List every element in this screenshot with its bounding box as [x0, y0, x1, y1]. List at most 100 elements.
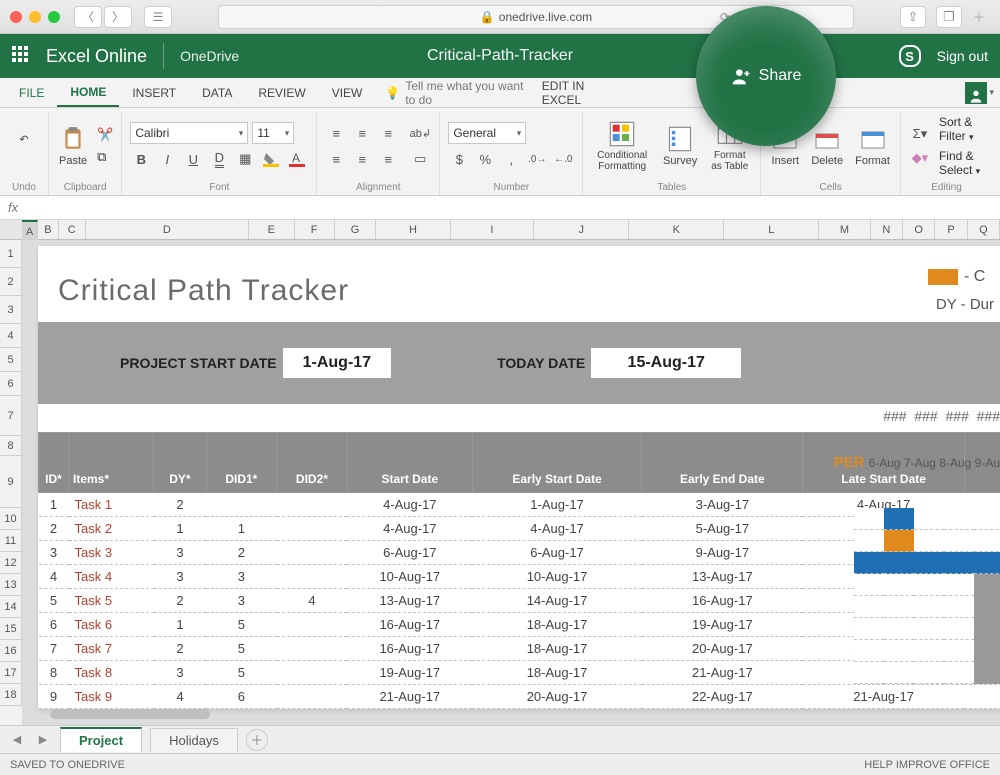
row-header[interactable]: 2: [0, 268, 22, 296]
decrease-decimal-icon[interactable]: ←.0: [552, 148, 574, 170]
sidebar-toggle-icon[interactable]: ☰: [144, 6, 172, 28]
row-header[interactable]: 4: [0, 324, 22, 348]
app-launcher-icon[interactable]: [12, 46, 32, 66]
skype-icon[interactable]: S: [899, 45, 921, 67]
row-header[interactable]: 9: [0, 456, 22, 508]
row-header[interactable]: 8: [0, 436, 22, 456]
increase-decimal-icon[interactable]: .0→: [526, 148, 548, 170]
tab-data[interactable]: DATA: [189, 78, 245, 107]
close-window-icon[interactable]: [10, 11, 22, 23]
tab-file[interactable]: FILE: [6, 78, 57, 107]
sheet-tab-project[interactable]: Project: [60, 727, 142, 752]
today-date-value[interactable]: 15-Aug-17: [591, 348, 741, 378]
paste-button[interactable]: Paste: [57, 125, 89, 167]
align-bottom-icon[interactable]: ≡: [377, 122, 399, 144]
row-header[interactable]: 15: [0, 618, 22, 640]
column-header-B[interactable]: B: [38, 220, 59, 239]
horizontal-scrollbar[interactable]: [50, 709, 210, 719]
row-header[interactable]: 13: [0, 574, 22, 596]
profile-menu[interactable]: ▾: [965, 82, 994, 104]
column-header-J[interactable]: J: [534, 220, 629, 239]
column-header-K[interactable]: K: [629, 220, 724, 239]
table-header[interactable]: DY*: [154, 433, 206, 493]
number-format-select[interactable]: General▾: [448, 122, 526, 144]
format-cells-button[interactable]: Format: [853, 125, 892, 167]
column-header-F[interactable]: F: [295, 220, 335, 239]
column-header-C[interactable]: C: [59, 220, 86, 239]
new-tab-icon[interactable]: ＋: [968, 6, 990, 28]
formula-bar[interactable]: fx: [0, 196, 1000, 220]
share-button[interactable]: Share: [696, 6, 836, 146]
clear-icon[interactable]: ◆▾: [909, 147, 931, 169]
wrap-text-icon[interactable]: ab↲: [409, 122, 431, 144]
table-header[interactable]: Early End Date: [642, 433, 803, 493]
comma-icon[interactable]: ,: [500, 148, 522, 170]
font-color-button[interactable]: A: [286, 148, 308, 170]
signout-link[interactable]: Sign out: [937, 48, 988, 64]
column-header-D[interactable]: D: [86, 220, 249, 239]
tab-view[interactable]: VIEW: [319, 78, 376, 107]
row-headers[interactable]: 123456789101112131415161718: [0, 240, 22, 725]
sort-filter-button[interactable]: Sort & Filter ▾: [939, 115, 984, 143]
underline-button[interactable]: U: [182, 148, 204, 170]
back-button[interactable]: 〈: [74, 6, 102, 28]
tab-insert[interactable]: INSERT: [119, 78, 189, 107]
column-header-N[interactable]: N: [871, 220, 903, 239]
tell-me-search[interactable]: 💡 Tell me what you want to do: [385, 79, 528, 107]
table-header[interactable]: DID1*: [206, 433, 277, 493]
column-header-L[interactable]: L: [724, 220, 819, 239]
tab-home[interactable]: HOME: [57, 78, 119, 107]
column-header-A[interactable]: A: [22, 220, 38, 242]
cut-icon[interactable]: ✂️: [97, 127, 113, 143]
tabs-browser-icon[interactable]: ❐: [936, 6, 962, 28]
table-header[interactable]: Start Date: [347, 433, 472, 493]
row-header[interactable]: 11: [0, 530, 22, 552]
forward-button[interactable]: 〉: [104, 6, 132, 28]
merge-cells-icon[interactable]: ▭: [409, 148, 431, 170]
table-header[interactable]: Items*: [69, 433, 154, 493]
row-header[interactable]: 1: [0, 240, 22, 268]
column-header-H[interactable]: H: [376, 220, 450, 239]
spreadsheet-grid[interactable]: ABCDEFGHIJKLMNOPQ 1234567891011121314151…: [0, 220, 1000, 725]
autosum-icon[interactable]: Σ▾: [909, 123, 931, 145]
row-header[interactable]: 7: [0, 396, 22, 436]
currency-icon[interactable]: $: [448, 148, 470, 170]
table-row[interactable]: 9Task 94621-Aug-1720-Aug-1722-Aug-1721-A…: [39, 685, 1000, 709]
row-header[interactable]: 17: [0, 662, 22, 684]
column-header-M[interactable]: M: [819, 220, 870, 239]
font-name-select[interactable]: Calibri▾: [130, 122, 248, 144]
sheet-canvas[interactable]: Critical Path Tracker PROJECT START DATE…: [22, 240, 1000, 725]
zoom-window-icon[interactable]: [48, 11, 60, 23]
row-header[interactable]: 5: [0, 348, 22, 372]
delete-cells-button[interactable]: Delete: [809, 125, 845, 167]
align-right-icon[interactable]: ≡: [377, 148, 399, 170]
copy-icon[interactable]: ⧉: [97, 149, 113, 165]
align-left-icon[interactable]: ≡: [325, 148, 347, 170]
row-header[interactable]: 10: [0, 508, 22, 530]
column-header-E[interactable]: E: [249, 220, 295, 239]
align-top-icon[interactable]: ≡: [325, 122, 347, 144]
row-header[interactable]: 6: [0, 372, 22, 396]
sheet-tab-holidays[interactable]: Holidays: [150, 728, 238, 752]
italic-button[interactable]: I: [156, 148, 178, 170]
document-title[interactable]: Critical-Path-Tracker: [427, 47, 573, 65]
column-header-P[interactable]: P: [935, 220, 967, 239]
conditional-formatting-button[interactable]: Conditional Formatting: [591, 120, 653, 172]
edit-in-excel-link[interactable]: EDIT IN EXCEL: [529, 78, 628, 107]
column-header-O[interactable]: O: [903, 220, 935, 239]
column-header-I[interactable]: I: [451, 220, 535, 239]
align-center-icon[interactable]: ≡: [351, 148, 373, 170]
minimize-window-icon[interactable]: [29, 11, 41, 23]
row-header[interactable]: 14: [0, 596, 22, 618]
project-start-value[interactable]: 1-Aug-17: [283, 348, 391, 378]
breadcrumb-location[interactable]: OneDrive: [180, 48, 239, 64]
share-browser-icon[interactable]: ⇪: [900, 6, 926, 28]
bold-button[interactable]: B: [130, 148, 152, 170]
undo-button[interactable]: ↶ Undo: [8, 125, 40, 167]
row-header[interactable]: 16: [0, 640, 22, 662]
column-header-G[interactable]: G: [335, 220, 377, 239]
sheet-next-icon[interactable]: ▶: [34, 731, 52, 749]
row-header[interactable]: 18: [0, 684, 22, 706]
border-button[interactable]: ▦: [234, 148, 256, 170]
help-improve-link[interactable]: HELP IMPROVE OFFICE: [864, 759, 990, 771]
